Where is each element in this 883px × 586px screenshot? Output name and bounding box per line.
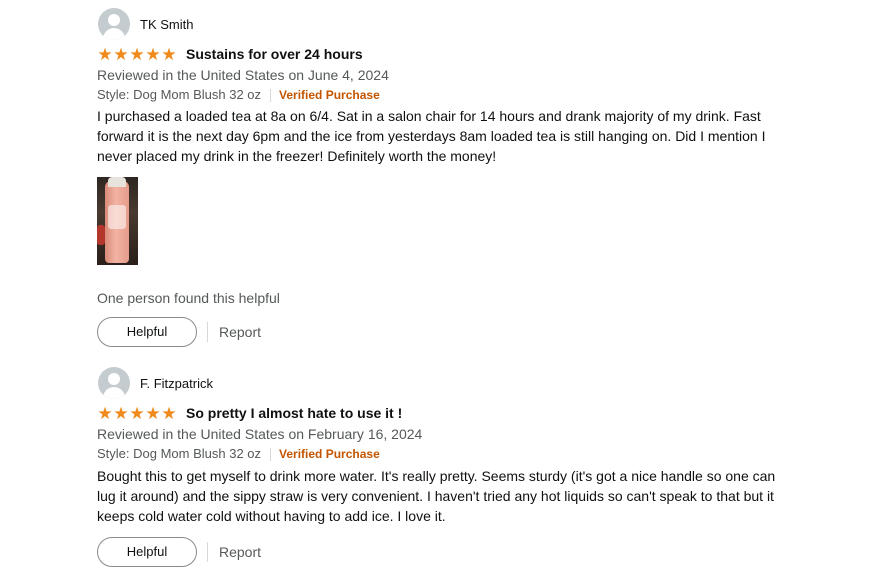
product-style[interactable]: Style: Dog Mom Blush 32 oz	[97, 444, 261, 464]
review: TK Smith ★ ★ ★ ★ ★ Sustains for over 24 …	[97, 8, 787, 347]
review-title[interactable]: So pretty I almost hate to use it !	[186, 405, 402, 421]
divider	[207, 542, 208, 562]
reviewer-profile[interactable]: F. Fitzpatrick	[97, 367, 787, 399]
star-icon: ★	[113, 403, 129, 423]
review-title[interactable]: Sustains for over 24 hours	[186, 46, 363, 62]
helpful-button[interactable]: Helpful	[97, 537, 197, 567]
star-icon: ★	[145, 403, 161, 423]
verified-purchase-badge[interactable]: Verified Purchase	[279, 85, 380, 105]
star-icon: ★	[113, 44, 129, 64]
report-link[interactable]: Report	[219, 324, 261, 340]
star-icon: ★	[129, 44, 145, 64]
product-style[interactable]: Style: Dog Mom Blush 32 oz	[97, 85, 261, 105]
reviewer-profile[interactable]: TK Smith	[97, 8, 787, 40]
review-body: I purchased a loaded tea at 8a on 6/4. S…	[97, 108, 766, 164]
reviewer-name[interactable]: F. Fitzpatrick	[140, 376, 213, 391]
star-icon: ★	[97, 403, 113, 423]
review-date: Reviewed in the United States on Februar…	[97, 426, 423, 442]
review-date: Reviewed in the United States on June 4,…	[97, 67, 389, 83]
divider	[207, 322, 208, 342]
avatar-icon[interactable]	[98, 367, 130, 399]
avatar-icon[interactable]	[98, 8, 130, 40]
report-link[interactable]: Report	[219, 544, 261, 560]
verified-purchase-badge[interactable]: Verified Purchase	[279, 444, 380, 464]
helpful-count: One person found this helpful	[97, 290, 280, 306]
divider	[270, 447, 272, 461]
star-rating[interactable]: ★ ★ ★ ★ ★	[97, 46, 177, 63]
star-rating[interactable]: ★ ★ ★ ★ ★	[97, 405, 177, 422]
reviewer-name[interactable]: TK Smith	[140, 17, 193, 32]
review: F. Fitzpatrick ★ ★ ★ ★ ★ So pretty I alm…	[97, 367, 787, 567]
star-icon: ★	[145, 44, 161, 64]
star-icon: ★	[161, 44, 177, 64]
star-icon: ★	[129, 403, 145, 423]
helpful-button[interactable]: Helpful	[97, 317, 197, 347]
star-icon: ★	[161, 403, 177, 423]
review-body: Bought this to get myself to drink more …	[97, 468, 776, 524]
divider	[270, 88, 272, 102]
star-icon: ★	[97, 44, 113, 64]
review-image-thumbnail[interactable]	[97, 177, 138, 265]
